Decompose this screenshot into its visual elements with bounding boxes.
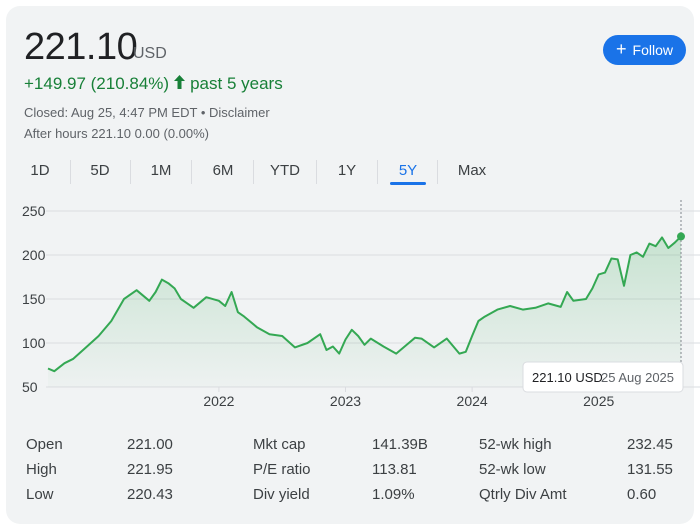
separator-dot: • (197, 105, 209, 120)
tab-divider (377, 160, 378, 184)
y-tick-label: 250 (22, 203, 46, 219)
tab-divider (437, 160, 438, 184)
tab-divider (316, 160, 317, 184)
tab-divider (130, 160, 131, 184)
tab-6m[interactable]: 6M (206, 158, 240, 184)
tab-ytd[interactable]: YTD (266, 158, 304, 184)
tab-1y[interactable]: 1Y (332, 158, 362, 184)
tooltip-price: 221.10 USD (532, 370, 603, 385)
plus-icon: + (616, 39, 627, 59)
arrow-up-icon (174, 74, 186, 94)
stat-label-52wk-low: 52-wk low (479, 461, 546, 478)
stat-label-low: Low (26, 486, 54, 503)
follow-button[interactable]: + Follow (603, 35, 686, 65)
stat-value-div-yield: 1.09% (372, 486, 415, 503)
stat-value-52wk-low: 131.55 (627, 461, 673, 478)
tab-divider (70, 160, 71, 184)
stat-value-qtrly-div: 0.60 (627, 486, 657, 503)
tab-divider (191, 160, 192, 184)
tab-divider (253, 160, 254, 184)
price-chart[interactable]: 250 200 150 100 50 2022 2023 2024 2025 221.10 U… (0, 198, 700, 416)
after-hours: After hours 221.10 0.00 (0.00%) (24, 126, 210, 141)
current-price: 221.10 (24, 26, 138, 68)
last-price-dot (677, 232, 685, 241)
stat-value-pe-ratio: 113.81 (372, 461, 417, 478)
stat-label-open: Open (26, 436, 63, 453)
tooltip-date: 25 Aug 2025 (601, 370, 674, 385)
closed-status: Closed: Aug 25, 4:47 PM EDT • Disclaimer (24, 105, 270, 120)
stat-label-qtrly-div: Qtrly Div Amt (479, 486, 567, 503)
tab-5d[interactable]: 5D (84, 158, 116, 184)
stat-value-mkt-cap: 141.39B (372, 436, 428, 453)
stat-label-mkt-cap: Mkt cap (253, 436, 306, 453)
price-change: +149.97 (210.84%) past 5 years (24, 74, 283, 94)
x-tick-label: 2025 (583, 393, 614, 409)
stat-value-low: 220.43 (127, 486, 173, 503)
x-tick-label: 2023 (330, 393, 361, 409)
y-tick-label: 150 (22, 291, 46, 307)
stat-value-open: 221.00 (127, 436, 173, 453)
stat-label-pe-ratio: P/E ratio (253, 461, 311, 478)
y-tick-label: 200 (22, 247, 46, 263)
stat-label-52wk-high: 52-wk high (479, 436, 552, 453)
tab-1m[interactable]: 1M (144, 158, 178, 184)
currency-label: USD (133, 45, 167, 62)
y-tick-label: 50 (22, 379, 38, 395)
tab-1d[interactable]: 1D (24, 158, 56, 184)
stat-label-high: High (26, 461, 57, 478)
follow-label: Follow (632, 42, 673, 58)
change-period: past 5 years (190, 74, 283, 93)
stat-label-div-yield: Div yield (253, 486, 310, 503)
disclaimer-link[interactable]: Disclaimer (209, 105, 270, 120)
tab-max[interactable]: Max (454, 158, 490, 184)
change-value: +149.97 (210.84%) (24, 74, 170, 93)
x-tick-label: 2022 (203, 393, 234, 409)
tab-5y[interactable]: 5Y (390, 158, 426, 184)
closed-time: Closed: Aug 25, 4:47 PM EDT (24, 105, 198, 120)
y-tick-label: 100 (22, 335, 46, 351)
x-tick-label: 2024 (457, 393, 488, 409)
active-tab-indicator (390, 182, 426, 185)
stat-value-52wk-high: 232.45 (627, 436, 673, 453)
stat-value-high: 221.95 (127, 461, 173, 478)
